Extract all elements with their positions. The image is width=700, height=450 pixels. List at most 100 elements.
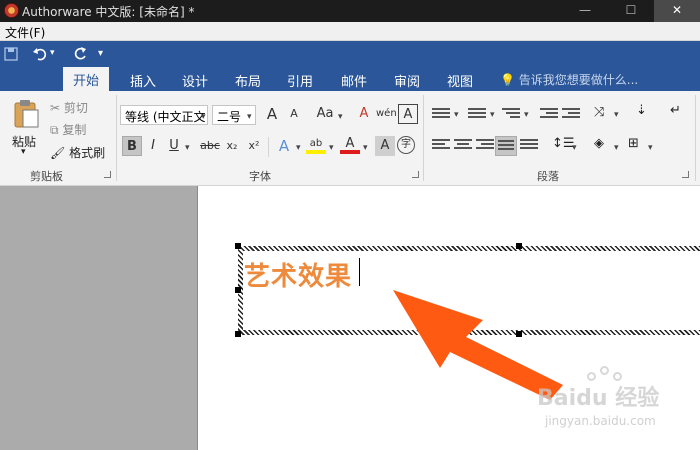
asian-layout-dropdown[interactable] — [612, 106, 619, 120]
decrease-indent-icon[interactable] — [540, 108, 558, 122]
underline-button[interactable]: U — [164, 136, 184, 156]
tab-mailings[interactable]: 邮件 — [341, 71, 367, 90]
bullets-icon[interactable] — [432, 108, 450, 122]
watermark-brand: Baidu 经验 — [537, 386, 660, 411]
cut-label: 剪切 — [63, 101, 88, 115]
bullets-dropdown[interactable] — [452, 106, 459, 120]
tab-layout[interactable]: 布局 — [235, 71, 261, 90]
change-case-dropdown[interactable] — [336, 108, 343, 122]
maximize-button[interactable]: ☐ — [608, 0, 654, 22]
format-painter-label: 格式刷 — [69, 146, 106, 160]
superscript-button[interactable]: x² — [244, 136, 264, 156]
tab-view[interactable]: 视图 — [447, 71, 473, 90]
asian-layout-icon[interactable]: ⤨ — [594, 105, 604, 120]
font-color-button[interactable]: A — [340, 134, 360, 154]
italic-button[interactable]: I — [143, 136, 163, 156]
text-cursor — [359, 258, 360, 286]
font-name-dropdown[interactable] — [199, 108, 206, 122]
redo-icon[interactable] — [72, 46, 88, 62]
align-right-icon[interactable] — [476, 139, 494, 153]
close-button[interactable]: ✕ — [654, 0, 700, 22]
undo-icon[interactable] — [32, 46, 48, 62]
subscript-button[interactable]: x₂ — [222, 136, 242, 156]
enclose-characters-button[interactable]: 字 — [397, 136, 415, 154]
multilevel-list-dropdown[interactable] — [522, 106, 529, 120]
font-name-select[interactable]: 等线 (中文正文 — [120, 105, 208, 125]
borders-icon[interactable]: ⊞ — [628, 136, 639, 151]
resize-handle[interactable] — [235, 243, 241, 249]
tell-me-search[interactable]: 💡 告诉我您想要做什么... — [500, 71, 638, 88]
line-spacing-dropdown[interactable] — [570, 139, 577, 153]
undo-dropdown-caret[interactable]: ▾ — [50, 48, 55, 58]
paste-dropdown-caret[interactable]: ▾ — [21, 147, 26, 157]
bold-button[interactable]: B — [122, 136, 142, 156]
window-title: Authorware 中文版: [未命名] * — [22, 5, 195, 19]
grow-font-button[interactable]: A — [262, 104, 282, 124]
menu-bar: 文件(F) — [0, 22, 700, 41]
multilevel-list-icon[interactable] — [502, 108, 520, 122]
copy-button[interactable]: ⧉ 复制 — [50, 121, 86, 138]
align-center-icon[interactable] — [454, 139, 472, 153]
resize-handle[interactable] — [235, 287, 241, 293]
divider — [695, 95, 696, 181]
tab-home[interactable]: 开始 — [63, 67, 110, 91]
cut-button[interactable]: ✂ 剪切 — [50, 99, 88, 116]
app-logo-icon — [4, 3, 19, 18]
tab-insert[interactable]: 插入 — [130, 71, 156, 90]
clipboard-launcher-icon[interactable] — [104, 171, 111, 178]
phonetic-guide-button[interactable]: wén — [376, 104, 397, 124]
justify-icon[interactable] — [495, 136, 517, 156]
paste-icon[interactable] — [12, 99, 40, 129]
distributed-icon[interactable] — [520, 139, 538, 153]
divider — [116, 95, 117, 181]
shading-dropdown[interactable] — [612, 139, 619, 153]
clipboard-group-label: 剪贴板 — [30, 170, 63, 183]
document-gutter — [0, 186, 197, 450]
font-color-dropdown[interactable] — [361, 139, 368, 153]
numbering-dropdown[interactable] — [488, 106, 495, 120]
minimize-button[interactable]: — — [562, 0, 608, 22]
show-marks-icon[interactable]: ↵ — [670, 103, 681, 118]
borders-dropdown[interactable] — [646, 139, 653, 153]
format-painter-button[interactable]: 🖌 格式刷 — [50, 144, 105, 161]
copy-label: 复制 — [62, 123, 87, 137]
scissors-icon: ✂ — [50, 101, 61, 115]
art-text[interactable]: 艺术效果 — [244, 256, 352, 293]
paragraph-group-label: 段落 — [537, 170, 559, 183]
font-size-dropdown[interactable] — [245, 108, 252, 122]
character-border-button[interactable]: A — [398, 104, 418, 124]
resize-handle[interactable] — [235, 331, 241, 337]
strikethrough-button[interactable]: abc — [198, 136, 222, 156]
ribbon-tabs: 开始 插入 设计 布局 引用 邮件 审阅 视图 💡 告诉我您想要做什么... — [0, 67, 700, 91]
tab-references[interactable]: 引用 — [287, 71, 313, 90]
font-group-label: 字体 — [249, 170, 271, 183]
title-bar: Authorware 中文版: [未命名] * — ☐ ✕ — [0, 0, 700, 22]
tab-design[interactable]: 设计 — [182, 71, 208, 90]
text-effects-dropdown[interactable] — [294, 139, 301, 153]
increase-indent-icon[interactable] — [562, 108, 580, 122]
sort-icon[interactable]: ⇣ — [636, 103, 647, 118]
text-effects-button[interactable]: A — [274, 136, 294, 156]
watermark-url: jingyan.baidu.com — [545, 414, 656, 428]
shading-icon[interactable]: ◈ — [594, 136, 604, 151]
tell-me-label: 告诉我您想要做什么... — [518, 73, 639, 87]
window-controls: — ☐ ✕ — [562, 0, 700, 22]
align-left-icon[interactable] — [432, 139, 450, 153]
ribbon-home: 粘贴 ▾ ✂ 剪切 ⧉ 复制 🖌 格式刷 剪贴板 等线 (中文正文 二号 A A… — [0, 91, 700, 186]
save-icon[interactable] — [4, 47, 18, 61]
clear-formatting-button[interactable]: A — [354, 104, 374, 124]
tab-review[interactable]: 审阅 — [394, 71, 420, 90]
font-launcher-icon[interactable] — [412, 171, 419, 178]
lightbulb-icon: 💡 — [500, 73, 515, 87]
customize-qat-button[interactable]: ▾ — [98, 48, 103, 59]
change-case-button[interactable]: Aa — [312, 104, 338, 124]
highlight-button[interactable]: ab — [306, 134, 326, 154]
underline-dropdown[interactable] — [183, 139, 190, 153]
paragraph-launcher-icon[interactable] — [682, 171, 689, 178]
numbering-icon[interactable] — [468, 108, 486, 122]
highlight-dropdown[interactable] — [327, 139, 334, 153]
shrink-font-button[interactable]: A — [284, 104, 304, 124]
menu-file[interactable]: 文件(F) — [5, 24, 45, 41]
resize-handle[interactable] — [516, 243, 522, 249]
character-shading-button[interactable]: A — [375, 136, 395, 156]
